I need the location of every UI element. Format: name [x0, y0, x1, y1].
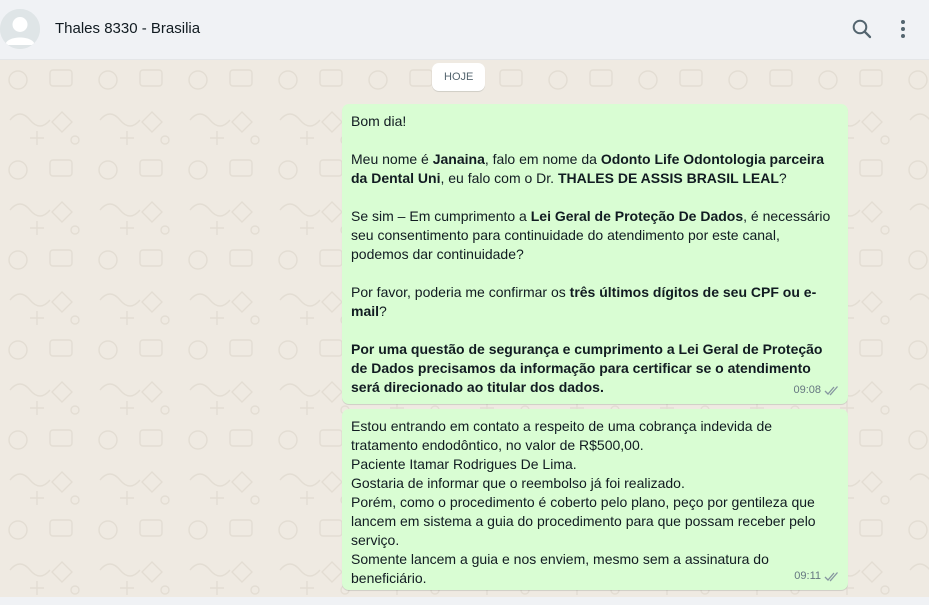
message-time: 09:11 [794, 570, 821, 582]
double-check-icon [824, 386, 838, 396]
menu-kebab-icon[interactable] [891, 17, 915, 41]
contact-avatar[interactable] [0, 9, 40, 49]
outgoing-message[interactable]: Estou entrando em contato a respeito de … [342, 409, 848, 590]
message-text: Meu nome é Janaina, falo em nome da Odon… [351, 151, 825, 186]
outgoing-message[interactable]: Bom dia! Meu nome é Janaina, falo em nom… [342, 104, 848, 404]
message-text: Se sim – Em cumprimento a Lei Geral de P… [351, 208, 831, 262]
default-avatar-icon [0, 9, 40, 49]
message-meta: 09:11 [794, 567, 840, 586]
message-text: Gostaria de informar que o reembolso já … [351, 475, 685, 491]
double-check-icon [824, 572, 838, 582]
contact-name[interactable]: Thales 8330 - Brasilia [55, 20, 200, 37]
message-text: Por uma questão de segurança e cumprimen… [351, 341, 823, 395]
chat-area[interactable]: HOJE Bom dia! Meu nome é Janaina, falo e… [0, 60, 929, 597]
search-icon[interactable] [850, 17, 874, 41]
message-text: Por favor, poderia me confirmar os três … [351, 284, 817, 319]
message-text: Porém, como o procedimento é coberto pel… [351, 494, 816, 548]
compose-bar[interactable] [0, 597, 929, 605]
message-text: Somente lancem a guia e nos enviem, mesm… [351, 551, 769, 586]
message-meta: 09:08 [793, 381, 840, 400]
message-text: Estou entrando em contato a respeito de … [351, 418, 773, 453]
message-text: Paciente Itamar Rodrigues De Lima. [351, 456, 577, 472]
chat-header: Thales 8330 - Brasilia [0, 0, 929, 60]
message-text: Bom dia! [351, 113, 407, 129]
message-time: 09:08 [793, 384, 821, 396]
date-separator: HOJE [432, 63, 486, 91]
